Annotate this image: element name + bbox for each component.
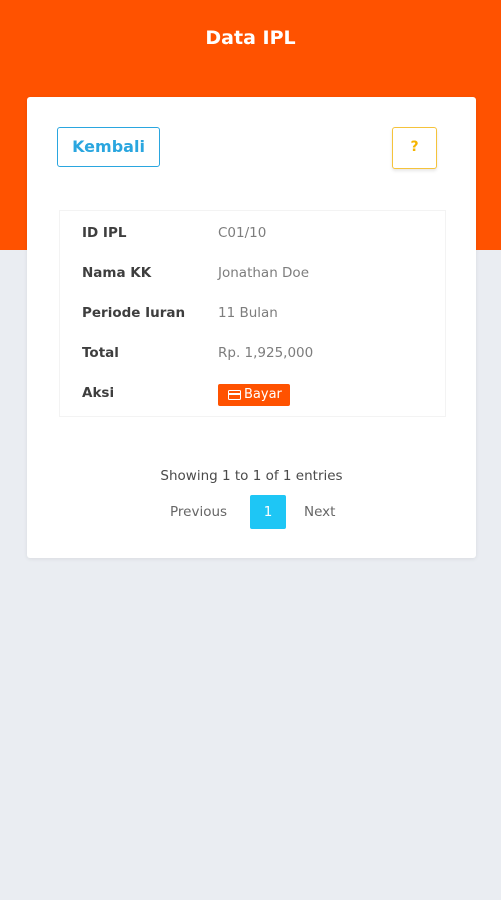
detail-value: Jonathan Doe [218,265,309,281]
back-button[interactable]: Kembali [57,127,160,167]
detail-value: C01/10 [218,225,267,241]
next-page-button[interactable]: Next [304,495,335,529]
previous-page-button[interactable]: Previous [170,495,227,529]
detail-row-name: Nama KK Jonathan Doe [60,261,447,285]
detail-row-period: Periode Iuran 11 Bulan [60,301,447,325]
detail-label: Nama KK [82,265,152,281]
pay-button[interactable]: Bayar [218,384,290,406]
detail-value: 11 Bulan [218,305,278,321]
page-title: Data IPL [205,27,296,49]
detail-label: Total [82,345,119,361]
credit-card-icon [228,390,241,400]
pagination: Previous 1 Next [27,495,476,529]
detail-value: Rp. 1,925,000 [218,345,314,361]
help-button[interactable]: ? [392,127,437,169]
pay-button-label: Bayar [244,387,282,402]
detail-label: ID IPL [82,225,127,241]
detail-label: Aksi [82,385,115,401]
ipl-detail-table: ID IPL C01/10 Nama KK Jonathan Doe Perio… [59,210,446,417]
detail-row-action: Aksi Bayar [60,381,447,406]
current-page-button[interactable]: 1 [250,495,286,529]
detail-row-total: Total Rp. 1,925,000 [60,341,447,365]
table-info: Showing 1 to 1 of 1 entries [160,468,343,484]
detail-row-id: ID IPL C01/10 [60,221,447,245]
content-card: Kembali ? ID IPL C01/10 Nama KK Jonathan… [27,97,476,558]
detail-label: Periode Iuran [82,305,186,321]
